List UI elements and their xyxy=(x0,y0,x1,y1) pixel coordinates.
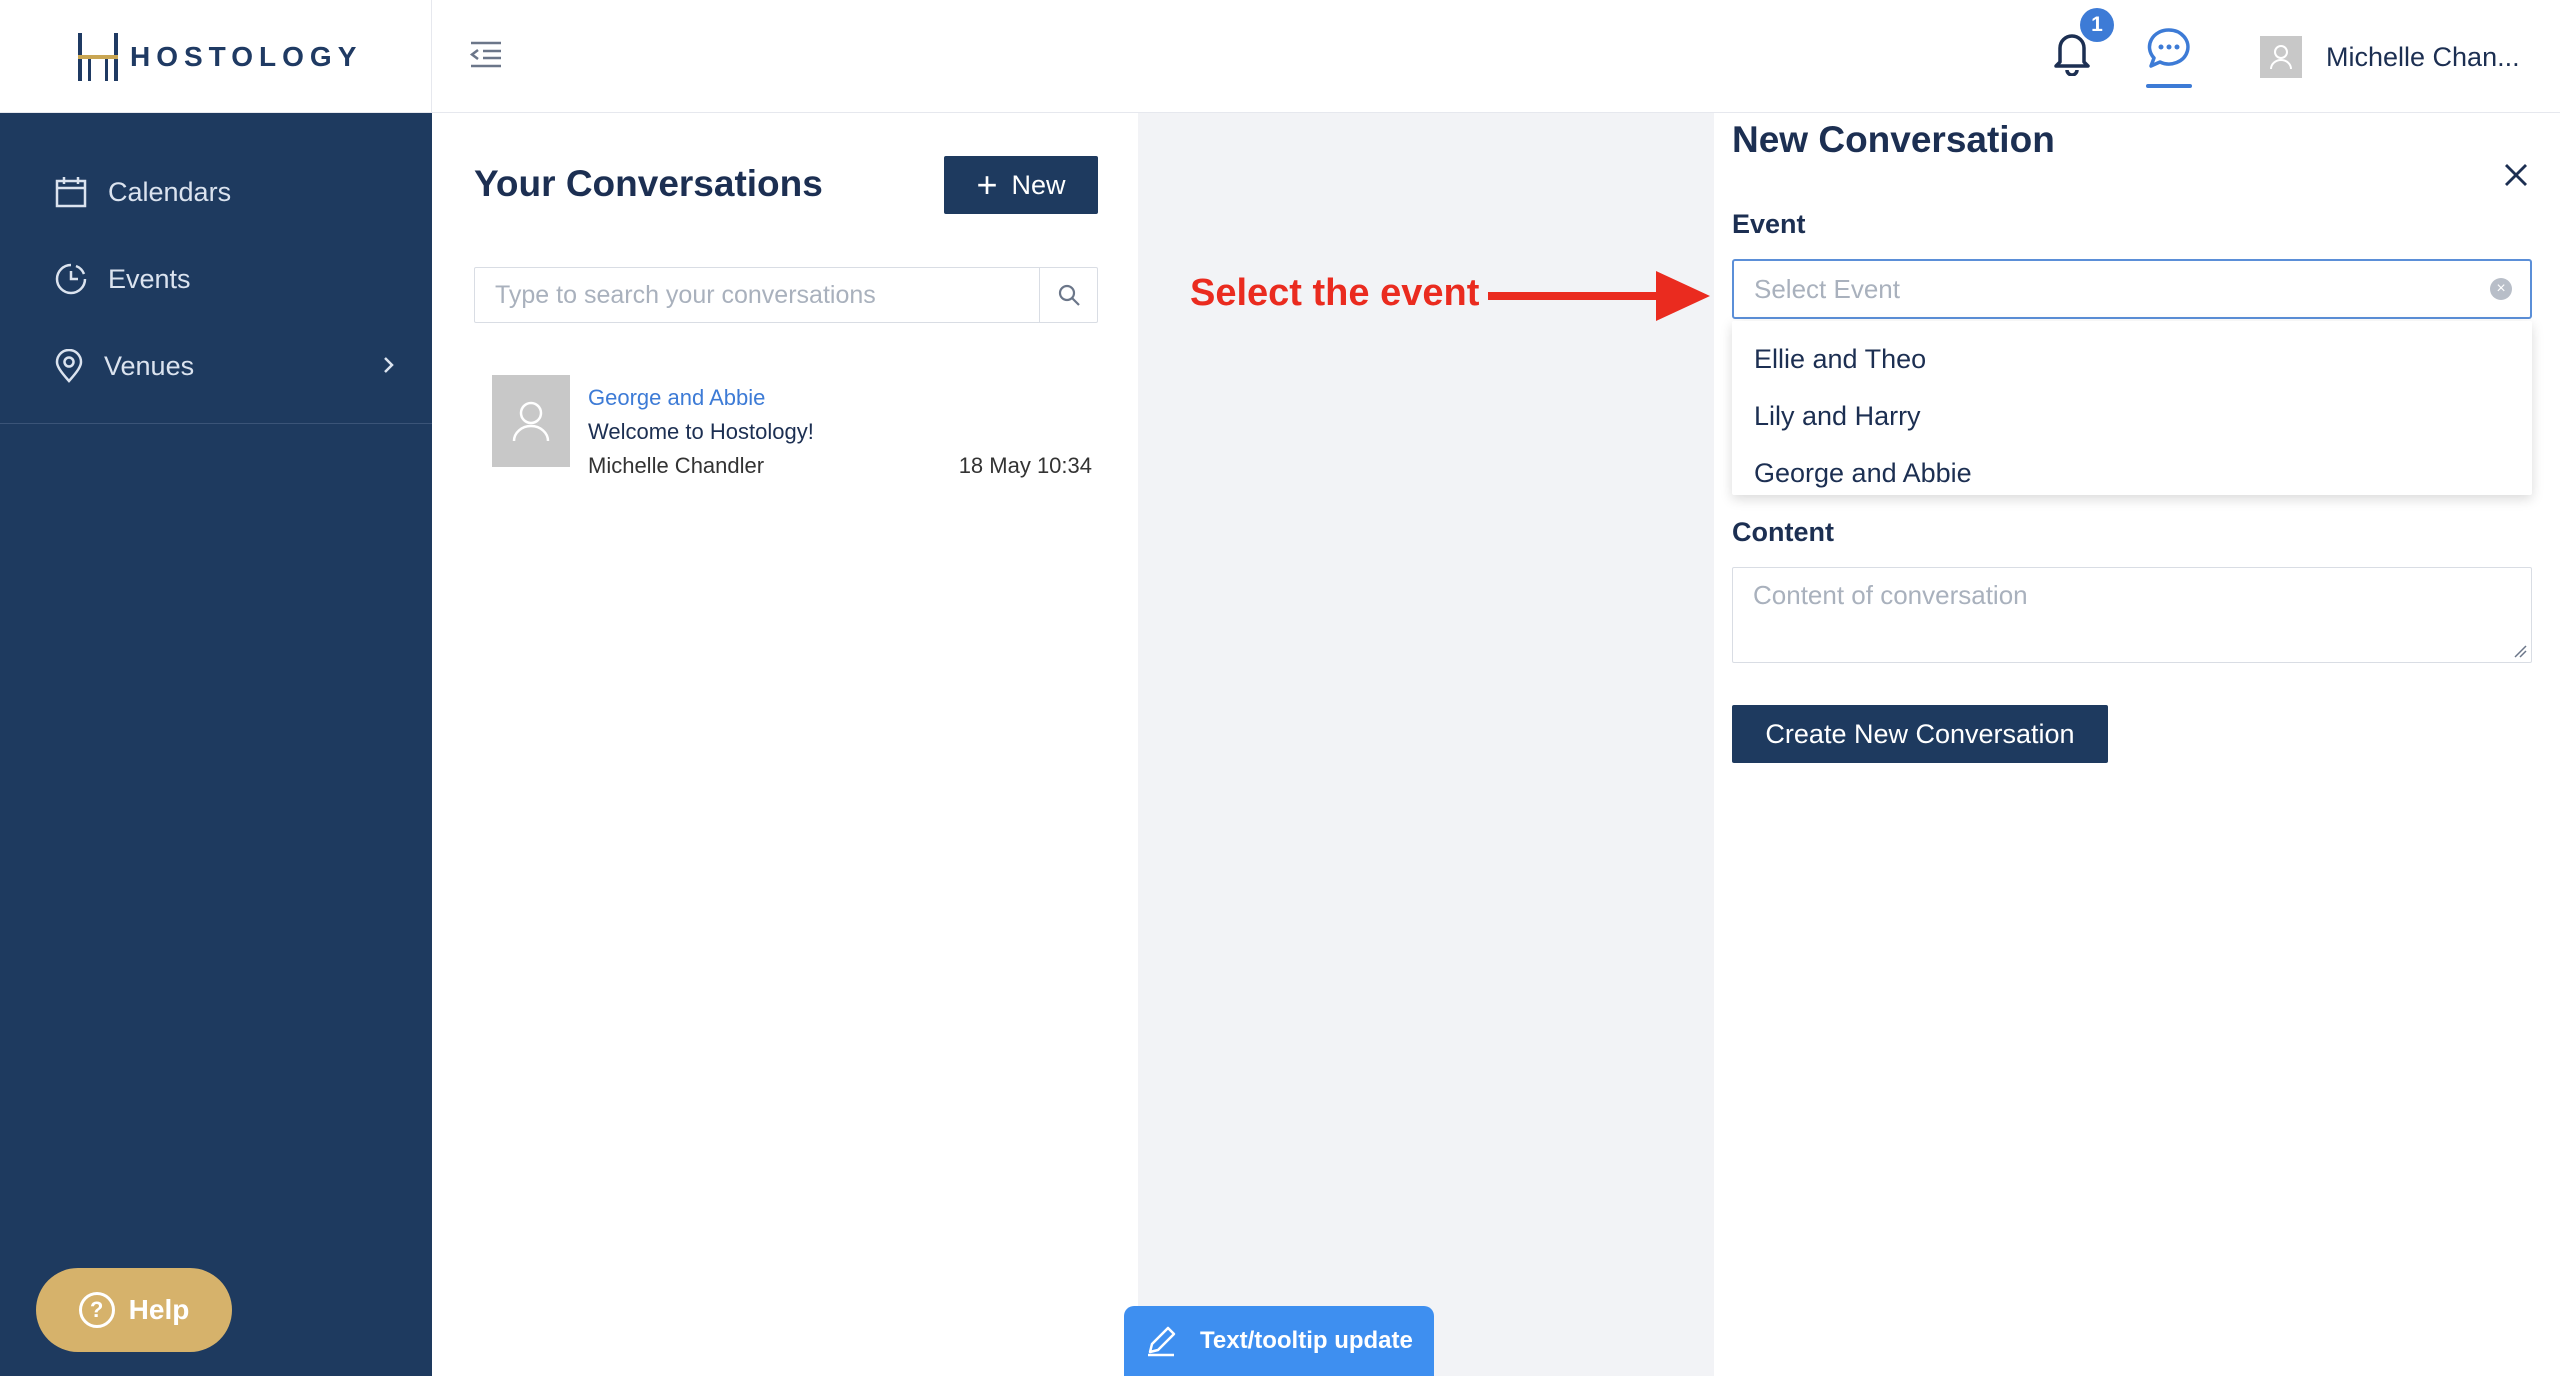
search-box xyxy=(474,267,1098,323)
search-button[interactable] xyxy=(1039,268,1097,322)
user-avatar[interactable] xyxy=(2260,36,2302,78)
event-select[interactable]: Select Event × xyxy=(1732,259,2532,319)
conversation-timestamp: 18 May 10:34 xyxy=(958,453,1092,478)
sidebar-item-events[interactable]: Events xyxy=(54,254,191,304)
content-field[interactable] xyxy=(1753,580,2511,650)
dropdown-option[interactable]: George and Abbie xyxy=(1732,445,2532,502)
events-icon xyxy=(55,263,87,295)
conversation-last-message: Welcome to Hostology! xyxy=(588,419,814,444)
chat-icon[interactable] xyxy=(2146,26,2192,72)
conversation-list-panel: Your Conversations + New George and Abbi… xyxy=(432,113,1138,1376)
notification-badge: 1 xyxy=(2080,8,2114,42)
sidebar-item-label: Calendars xyxy=(108,176,232,207)
user-name[interactable]: Michelle Chan... xyxy=(2326,42,2520,73)
new-conversation-panel: New Conversation Event Select Event × El… xyxy=(1714,113,2560,1376)
event-label: Event xyxy=(1732,209,1806,239)
pencil-icon xyxy=(1148,1326,1176,1357)
select-placeholder: Select Event xyxy=(1754,273,1900,304)
page-title: Your Conversations xyxy=(474,163,823,204)
tooltip-update-label: Text/tooltip update xyxy=(1200,1327,1413,1354)
dropdown-option[interactable]: Ellie and Theo xyxy=(1732,331,2532,388)
chevron-right-icon[interactable] xyxy=(382,355,396,380)
active-tab-indicator xyxy=(2146,84,2192,88)
new-button-label: New xyxy=(1011,169,1066,200)
help-label: Help xyxy=(128,1294,190,1325)
brand-logo[interactable]: HOSTOLOGY xyxy=(0,0,432,113)
sidebar-item-calendars[interactable]: Calendars xyxy=(54,167,231,217)
content-field-wrapper xyxy=(1732,567,2532,663)
help-button[interactable]: ? Help xyxy=(36,1268,232,1352)
plus-icon: + xyxy=(976,164,998,205)
panel-title: New Conversation xyxy=(1732,119,2055,160)
dropdown-option[interactable]: Lily and Harry xyxy=(1732,388,2532,445)
conversation-sender: Michelle Chandler xyxy=(588,453,765,478)
menu-toggle-icon[interactable] xyxy=(468,36,504,72)
conversation-list-item[interactable]: George and Abbie Welcome to Hostology! M… xyxy=(492,375,1092,478)
help-icon: ? xyxy=(78,1292,115,1328)
top-bar: HOSTOLOGY 1 Michelle Chan... xyxy=(0,0,2560,113)
text-tooltip-update-button[interactable]: Text/tooltip update xyxy=(1124,1306,1434,1376)
sidebar-item-label: Events xyxy=(108,263,191,294)
conversation-event-name: George and Abbie xyxy=(588,385,766,410)
create-conversation-button[interactable]: Create New Conversation xyxy=(1732,705,2108,763)
annotation-text: Select the event xyxy=(1190,272,1480,314)
sidebar: Calendars Events Venues ? Help xyxy=(0,113,432,1376)
sidebar-divider xyxy=(0,423,432,424)
sidebar-item-venues[interactable]: Venues xyxy=(54,341,194,391)
event-dropdown: Ellie and Theo Lily and Harry George and… xyxy=(1732,321,2532,495)
sidebar-item-label: Venues xyxy=(104,350,195,381)
logo-mark-icon xyxy=(78,32,118,81)
clear-icon[interactable]: × xyxy=(2490,278,2512,300)
annotation-arrow-icon xyxy=(1486,268,1712,329)
resize-handle-icon[interactable] xyxy=(2513,644,2527,658)
search-input[interactable] xyxy=(475,268,1039,322)
location-pin-icon xyxy=(55,349,83,383)
new-conversation-button[interactable]: + New xyxy=(944,156,1098,214)
calendar-icon xyxy=(55,177,87,208)
avatar xyxy=(492,375,570,467)
user-placeholder-icon xyxy=(512,401,550,442)
content-label: Content xyxy=(1732,517,1834,547)
close-icon[interactable] xyxy=(2498,157,2534,193)
brand-name: HOSTOLOGY xyxy=(130,40,363,72)
search-icon xyxy=(1058,284,1080,306)
